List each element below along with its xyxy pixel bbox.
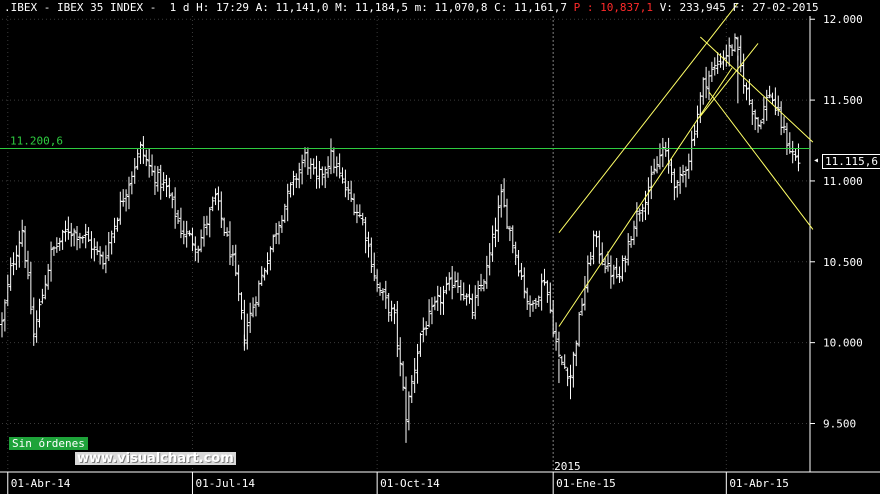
horizontal-line-label: 11.200,6 xyxy=(10,134,63,147)
year-label: 2015 xyxy=(554,460,581,473)
x-tick-label: 01-Ene-15 xyxy=(556,477,616,490)
x-tick-label: 01-Abr-14 xyxy=(11,477,71,490)
ohlc-bars xyxy=(0,33,801,443)
ibex-chart[interactable]: 12.000 11.500 11.000 10.500 10.000 9.500 01-A… xyxy=(0,0,880,494)
watermark: www.visualchart.com xyxy=(75,451,236,466)
y-tick-label: 10.500 xyxy=(823,256,863,269)
grid xyxy=(0,16,880,473)
y-tick-label: 11.000 xyxy=(823,175,863,188)
period-label: 1 d xyxy=(169,1,190,14)
channel-lower-2 xyxy=(708,91,814,230)
y-tick-label: 10.000 xyxy=(823,337,863,350)
y-axis: 12.000 11.500 11.000 10.500 10.000 9.500 xyxy=(810,13,863,430)
trend-lines[interactable] xyxy=(0,2,814,327)
x-tick-label: 01-Abr-15 xyxy=(729,477,789,490)
channel-lower-1 xyxy=(558,67,733,327)
volume-date-info: V: 233,945 F: 27-02-2015 xyxy=(659,1,819,14)
last-price-arrow-icon: ◂ xyxy=(813,155,820,166)
chart-header: .IBEX - IBEX 35 INDEX - 1 d H: 17:29 A: … xyxy=(4,1,819,15)
y-tick-label: 9.500 xyxy=(823,417,856,430)
quote-info: H: 17:29 A: 11,141,0 M: 11,184,5 m: 11,0… xyxy=(196,1,567,14)
symbol-label: .IBEX - IBEX 35 INDEX - xyxy=(4,1,157,14)
orders-status-button[interactable]: Sin órdenes xyxy=(9,437,88,450)
previous-close: P : 10,837,1 xyxy=(573,1,654,14)
x-tick-label: 01-Oct-14 xyxy=(380,477,440,490)
y-tick-label: 12.000 xyxy=(823,13,863,26)
y-tick-label: 11.500 xyxy=(823,94,863,107)
last-price-label: 11.115,6 xyxy=(822,154,880,169)
x-tick-label: 01-Jul-14 xyxy=(195,477,255,490)
